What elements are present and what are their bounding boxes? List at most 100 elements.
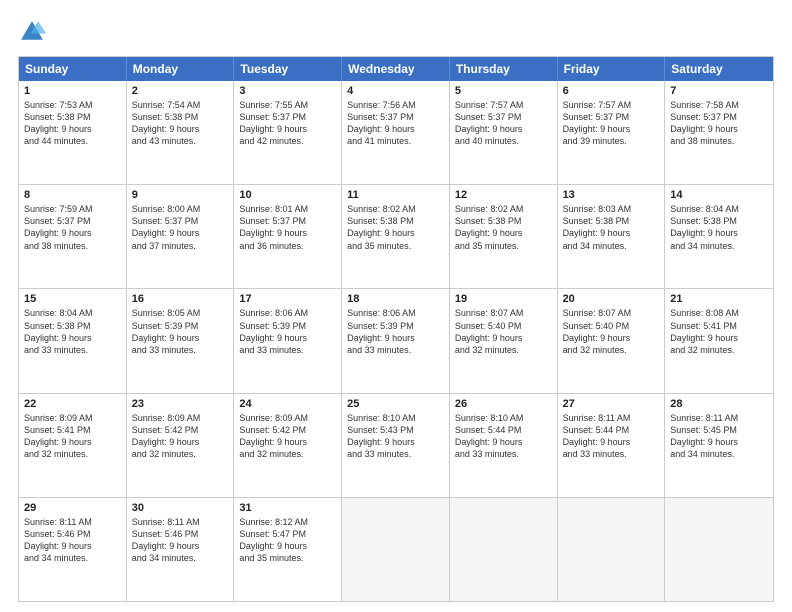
day-info: Sunrise: 7:58 AMSunset: 5:37 PMDaylight:… [670, 99, 768, 148]
day-cell-14: 14 Sunrise: 8:04 AMSunset: 5:38 PMDayligh… [665, 185, 773, 288]
day-info: Sunrise: 8:01 AMSunset: 5:37 PMDaylight:… [239, 203, 336, 252]
day-info: Sunrise: 8:06 AMSunset: 5:39 PMDaylight:… [239, 307, 336, 356]
day-info: Sunrise: 8:11 AMSunset: 5:44 PMDaylight:… [563, 412, 660, 461]
calendar: SundayMondayTuesdayWednesdayThursdayFrid… [18, 56, 774, 602]
day-number: 18 [347, 293, 444, 305]
day-number: 11 [347, 189, 444, 201]
day-cell-27: 27Sunrise: 8:11 AMSunset: 5:44 PMDayligh… [558, 394, 666, 497]
day-info: Sunrise: 8:07 AMSunset: 5:40 PMDaylight:… [563, 307, 660, 356]
weekday-header-friday: Friday [558, 57, 666, 81]
day-number: 15 [24, 293, 121, 305]
day-number: 26 [455, 398, 552, 410]
day-cell-28: 28 Sunrise: 8:11 AMSunset: 5:45 PMDayligh… [665, 394, 773, 497]
day-info: Sunrise: 8:11 AMSunset: 5:46 PMDaylight:… [24, 516, 121, 565]
weekday-header-sunday: Sunday [19, 57, 127, 81]
day-info: Sunrise: 7:54 AMSunset: 5:38 PMDaylight:… [132, 99, 229, 148]
day-number: 25 [347, 398, 444, 410]
day-info: Sunrise: 8:11 AMSunset: 5:46 PMDaylight:… [132, 516, 229, 565]
day-number: 20 [563, 293, 660, 305]
day-info: Sunrise: 8:02 AMSunset: 5:38 PMDaylight:… [347, 203, 444, 252]
weekday-header-thursday: Thursday [450, 57, 558, 81]
day-cell-9: 9Sunrise: 8:00 AMSunset: 5:37 PMDaylight… [127, 185, 235, 288]
day-cell-23: 23 Sunrise: 8:09 AMSunset: 5:42 PMDayligh… [127, 394, 235, 497]
day-number: 5 [455, 85, 552, 97]
day-cell-29: 29 Sunrise: 8:11 AMSunset: 5:46 PMDayligh… [19, 498, 127, 601]
day-number: 16 [132, 293, 229, 305]
weekday-header-saturday: Saturday [665, 57, 773, 81]
day-number: 6 [563, 85, 660, 97]
weekday-header-tuesday: Tuesday [234, 57, 342, 81]
day-info: Sunrise: 8:04 AMSunset: 5:38 PMDaylight:… [24, 307, 121, 356]
day-number: 31 [239, 502, 336, 514]
day-info: Sunrise: 7:59 AMSunset: 5:37 PMDaylight:… [24, 203, 121, 252]
day-cell-18: 18 Sunrise: 8:06 AMSunset: 5:39 PMDayligh… [342, 289, 450, 392]
day-number: 28 [670, 398, 768, 410]
day-info: Sunrise: 8:04 AMSunset: 5:38 PMDaylight:… [670, 203, 768, 252]
day-cell-8: 8Sunrise: 7:59 AMSunset: 5:37 PMDaylight… [19, 185, 127, 288]
day-cell-13: 13 Sunrise: 8:03 AMSunset: 5:38 PMDayligh… [558, 185, 666, 288]
day-info: Sunrise: 8:11 AMSunset: 5:45 PMDaylight:… [670, 412, 768, 461]
day-cell-17: 17 Sunrise: 8:06 AMSunset: 5:39 PMDayligh… [234, 289, 342, 392]
day-cell-16: 16 Sunrise: 8:05 AMSunset: 5:39 PMDayligh… [127, 289, 235, 392]
day-cell-4: 4Sunrise: 7:56 AMSunset: 5:37 PMDaylight… [342, 81, 450, 184]
day-number: 13 [563, 189, 660, 201]
day-number: 14 [670, 189, 768, 201]
day-cell-19: 19 Sunrise: 8:07 AMSunset: 5:40 PMDayligh… [450, 289, 558, 392]
logo-icon [18, 18, 46, 46]
day-number: 23 [132, 398, 229, 410]
day-cell-31: 31Sunrise: 8:12 AMSunset: 5:47 PMDayligh… [234, 498, 342, 601]
day-number: 29 [24, 502, 121, 514]
day-cell-7: 7 Sunrise: 7:58 AMSunset: 5:37 PMDaylight… [665, 81, 773, 184]
day-number: 17 [239, 293, 336, 305]
day-cell-30: 30 Sunrise: 8:11 AMSunset: 5:46 PMDayligh… [127, 498, 235, 601]
day-info: Sunrise: 7:57 AMSunset: 5:37 PMDaylight:… [455, 99, 552, 148]
day-number: 30 [132, 502, 229, 514]
day-cell-22: 22Sunrise: 8:09 AMSunset: 5:41 PMDayligh… [19, 394, 127, 497]
day-info: Sunrise: 8:09 AMSunset: 5:42 PMDaylight:… [132, 412, 229, 461]
day-info: Sunrise: 7:57 AMSunset: 5:37 PMDaylight:… [563, 99, 660, 148]
day-info: Sunrise: 8:09 AMSunset: 5:41 PMDaylight:… [24, 412, 121, 461]
day-number: 12 [455, 189, 552, 201]
day-number: 7 [670, 85, 768, 97]
day-info: Sunrise: 8:10 AMSunset: 5:44 PMDaylight:… [455, 412, 552, 461]
day-cell-3: 3Sunrise: 7:55 AMSunset: 5:37 PMDaylight… [234, 81, 342, 184]
calendar-row-3: 15 Sunrise: 8:04 AMSunset: 5:38 PMDayligh… [19, 288, 773, 392]
day-number: 24 [239, 398, 336, 410]
day-info: Sunrise: 8:02 AMSunset: 5:38 PMDaylight:… [455, 203, 552, 252]
day-cell-6: 6 Sunrise: 7:57 AMSunset: 5:37 PMDaylight… [558, 81, 666, 184]
calendar-header: SundayMondayTuesdayWednesdayThursdayFrid… [19, 57, 773, 81]
day-number: 2 [132, 85, 229, 97]
day-info: Sunrise: 8:10 AMSunset: 5:43 PMDaylight:… [347, 412, 444, 461]
day-info: Sunrise: 8:07 AMSunset: 5:40 PMDaylight:… [455, 307, 552, 356]
weekday-header-wednesday: Wednesday [342, 57, 450, 81]
day-cell-20: 20 Sunrise: 8:07 AMSunset: 5:40 PMDayligh… [558, 289, 666, 392]
day-info: Sunrise: 7:55 AMSunset: 5:37 PMDaylight:… [239, 99, 336, 148]
day-cell-25: 25 Sunrise: 8:10 AMSunset: 5:43 PMDayligh… [342, 394, 450, 497]
day-cell-15: 15 Sunrise: 8:04 AMSunset: 5:38 PMDayligh… [19, 289, 127, 392]
calendar-row-1: 1 Sunrise: 7:53 AMSunset: 5:38 PMDaylight… [19, 81, 773, 184]
calendar-row-2: 8Sunrise: 7:59 AMSunset: 5:37 PMDaylight… [19, 184, 773, 288]
empty-cell [665, 498, 773, 601]
day-cell-11: 11 Sunrise: 8:02 AMSunset: 5:38 PMDayligh… [342, 185, 450, 288]
day-info: Sunrise: 8:06 AMSunset: 5:39 PMDaylight:… [347, 307, 444, 356]
empty-cell [558, 498, 666, 601]
day-info: Sunrise: 8:09 AMSunset: 5:42 PMDaylight:… [239, 412, 336, 461]
day-cell-1: 1 Sunrise: 7:53 AMSunset: 5:38 PMDaylight… [19, 81, 127, 184]
header [18, 18, 774, 46]
calendar-body: 1 Sunrise: 7:53 AMSunset: 5:38 PMDaylight… [19, 81, 773, 601]
day-number: 19 [455, 293, 552, 305]
day-info: Sunrise: 8:08 AMSunset: 5:41 PMDaylight:… [670, 307, 768, 356]
day-number: 4 [347, 85, 444, 97]
day-cell-10: 10Sunrise: 8:01 AMSunset: 5:37 PMDayligh… [234, 185, 342, 288]
day-info: Sunrise: 8:05 AMSunset: 5:39 PMDaylight:… [132, 307, 229, 356]
day-cell-12: 12 Sunrise: 8:02 AMSunset: 5:38 PMDayligh… [450, 185, 558, 288]
day-cell-5: 5 Sunrise: 7:57 AMSunset: 5:37 PMDaylight… [450, 81, 558, 184]
calendar-row-4: 22Sunrise: 8:09 AMSunset: 5:41 PMDayligh… [19, 393, 773, 497]
day-number: 1 [24, 85, 121, 97]
page: SundayMondayTuesdayWednesdayThursdayFrid… [0, 0, 792, 612]
day-number: 21 [670, 293, 768, 305]
day-cell-21: 21 Sunrise: 8:08 AMSunset: 5:41 PMDayligh… [665, 289, 773, 392]
day-cell-26: 26 Sunrise: 8:10 AMSunset: 5:44 PMDayligh… [450, 394, 558, 497]
day-info: Sunrise: 8:03 AMSunset: 5:38 PMDaylight:… [563, 203, 660, 252]
day-info: Sunrise: 7:53 AMSunset: 5:38 PMDaylight:… [24, 99, 121, 148]
